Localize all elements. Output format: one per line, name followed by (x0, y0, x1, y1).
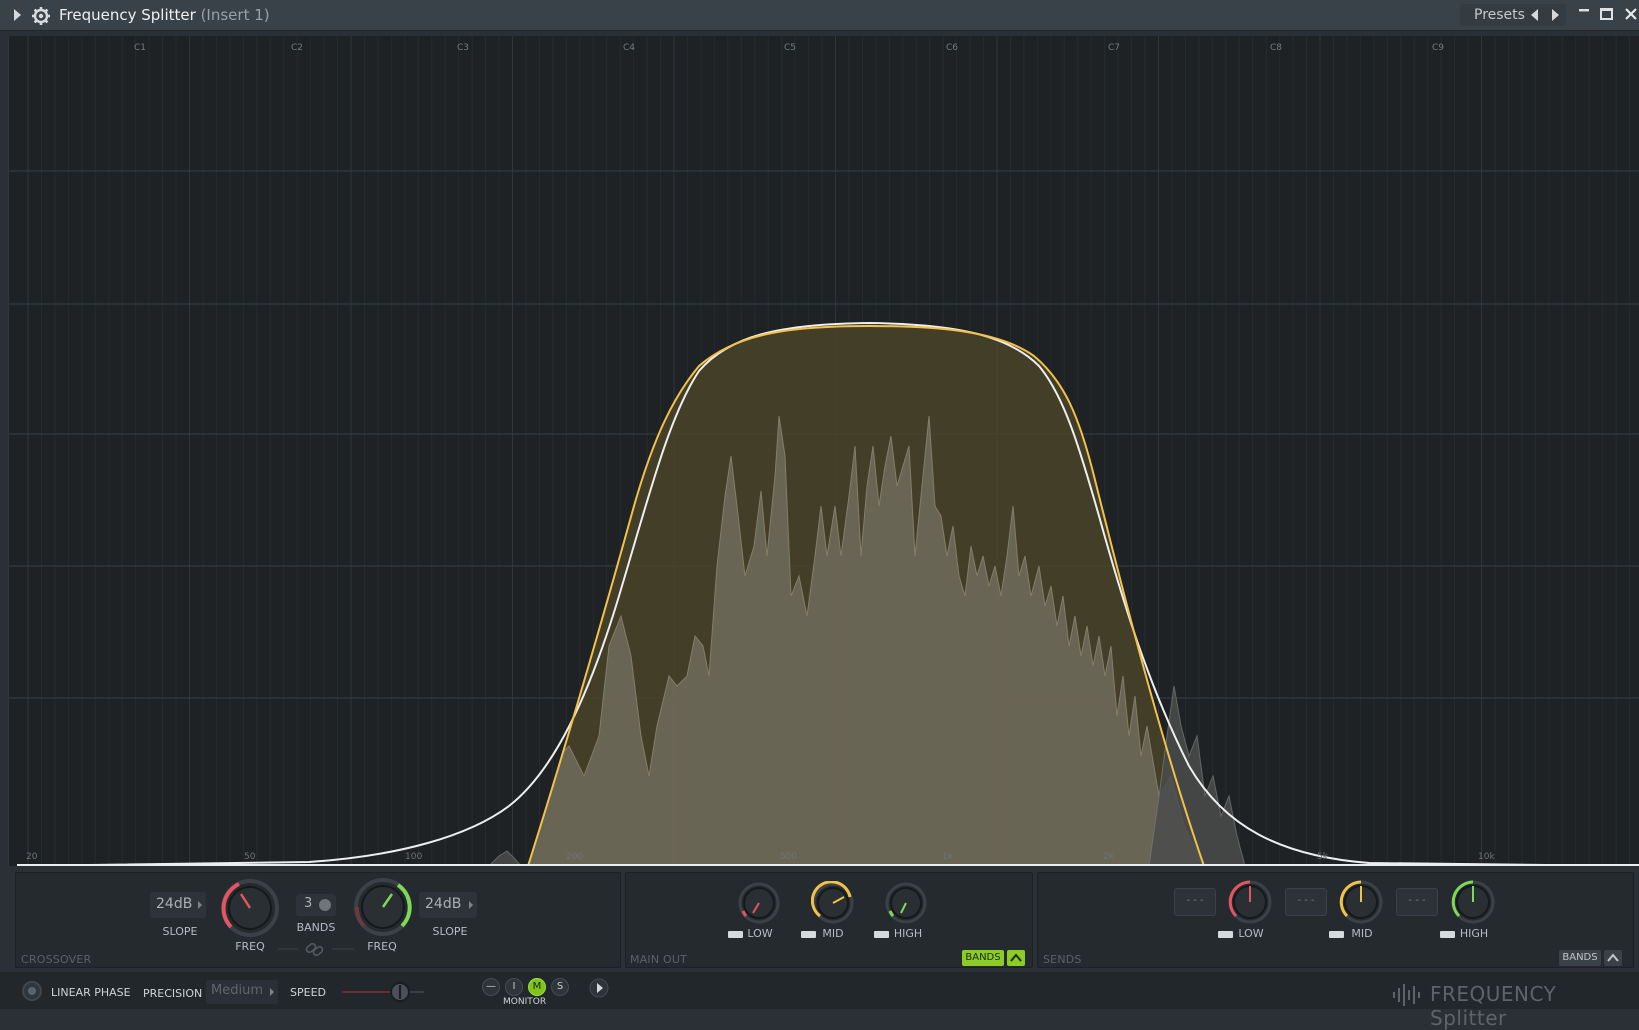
monitor-input-button[interactable]: I (505, 978, 523, 996)
low-crossover-freq-label: FREQ (235, 940, 265, 953)
window-title: Frequency Splitter (Insert 1) (59, 6, 270, 24)
send-high-mute[interactable] (1440, 931, 1455, 938)
previous-preset-icon[interactable] (1531, 9, 1538, 21)
send-high-knob[interactable] (1449, 878, 1497, 926)
send-low-knob[interactable] (1226, 878, 1274, 926)
freq-label-2k: 2k (1103, 852, 1114, 862)
maximize-icon[interactable] (1600, 8, 1613, 20)
main-out-low-mute[interactable] (728, 931, 743, 938)
main-out-collapse-icon[interactable] (1007, 950, 1025, 966)
linear-phase-label: LINEAR PHASE (51, 986, 131, 999)
note-label-c4: C4 (623, 43, 636, 53)
note-label-c2: C2 (291, 43, 304, 53)
send-low-label: LOW (1238, 927, 1264, 940)
bands-count-select[interactable]: 3 (296, 894, 336, 916)
freq-label-50: 50 (244, 852, 256, 862)
spectrum-svg (9, 36, 1639, 866)
send-low-slot[interactable]: - - - (1174, 888, 1216, 916)
main-out-high-label: HIGH (893, 927, 923, 940)
main-out-bands-button[interactable]: BANDS (962, 950, 1004, 966)
low-crossover-freq-knob[interactable] (219, 877, 281, 939)
main-out-mid-label: MID (822, 927, 844, 940)
freq-label-100: 100 (405, 852, 423, 862)
send-mid-mute[interactable] (1329, 931, 1344, 938)
send-mid-slot[interactable]: - - - (1285, 888, 1327, 916)
sends-title: SENDS (1043, 953, 1082, 966)
insert-slot: (Insert 1) (200, 6, 270, 24)
plugin-name: Frequency Splitter (59, 6, 196, 24)
bands-label: BANDS (296, 921, 336, 934)
close-icon[interactable] (1624, 6, 1638, 22)
monitor-mute-button[interactable]: M (528, 978, 546, 996)
monitor-label: MONITOR (503, 997, 547, 1007)
freq-label-1k: 1k (942, 852, 953, 862)
main-out-low-knob[interactable] (737, 881, 781, 925)
left-slope-value: 24dB (156, 896, 193, 912)
note-label-c8: C8 (1270, 43, 1283, 53)
send-low-mute[interactable] (1218, 931, 1233, 938)
note-label-c9: C9 (1432, 43, 1445, 53)
note-label-c5: C5 (784, 43, 797, 53)
next-preset-icon[interactable] (1552, 9, 1559, 21)
right-slope-label: SLOPE (432, 925, 468, 938)
linear-phase-toggle[interactable] (22, 981, 42, 1001)
brand-logo: FREQUENCY Splitter (1430, 982, 1557, 1030)
left-slope-label: SLOPE (162, 925, 198, 938)
right-slope-select[interactable]: 24dB (419, 892, 477, 918)
play-icon[interactable] (589, 978, 609, 998)
waveform-logo-icon (1393, 984, 1420, 1006)
main-out-high-mute[interactable] (874, 931, 889, 938)
precision-label: PRECISION (143, 987, 203, 1000)
left-slope-select[interactable]: 24dB (150, 892, 206, 918)
title-bar: Frequency Splitter (Insert 1) Presets (0, 0, 1639, 31)
send-mid-label: MID (1351, 927, 1373, 940)
speed-slider[interactable] (338, 980, 428, 1004)
high-crossover-freq-knob[interactable] (352, 876, 414, 938)
main-out-title: MAIN OUT (630, 953, 688, 966)
high-crossover-freq-label: FREQ (367, 940, 397, 953)
bands-count-value: 3 (304, 896, 313, 911)
gear-icon[interactable] (31, 6, 51, 26)
main-out-mid-mute[interactable] (801, 931, 816, 938)
sends-collapse-icon[interactable] (1604, 950, 1622, 966)
send-mid-knob[interactable] (1337, 878, 1385, 926)
freq-label-200: 200 (566, 852, 584, 862)
monitor-solo-button[interactable]: S (551, 978, 569, 996)
right-slope-value: 24dB (425, 896, 462, 912)
note-label-c7: C7 (1108, 43, 1121, 53)
sends-bands-button[interactable]: BANDS (1559, 950, 1601, 966)
note-label-c6: C6 (946, 43, 959, 53)
send-high-slot[interactable]: - - - (1396, 888, 1438, 916)
freq-label-20: 20 (26, 852, 38, 862)
note-label-c3: C3 (457, 43, 470, 53)
freq-label-500: 500 (780, 852, 798, 862)
main-out-mid-knob[interactable] (811, 881, 855, 925)
crossover-title: CROSSOVER (21, 953, 92, 966)
minimize-icon[interactable] (1578, 6, 1590, 20)
precision-select[interactable]: Medium (206, 980, 278, 1004)
monitor-off-button[interactable]: — (482, 978, 500, 996)
spectrum-graph[interactable] (8, 36, 1639, 866)
freq-label-5k: 5k (1317, 852, 1328, 862)
freq-label-10k: 10k (1478, 852, 1495, 862)
presets-button[interactable]: Presets (1474, 7, 1525, 23)
expand-arrow-icon[interactable] (14, 9, 21, 21)
send-high-label: HIGH (1459, 927, 1489, 940)
link-icon[interactable] (276, 942, 356, 956)
speed-label: SPEED (290, 986, 326, 999)
main-out-low-label: LOW (747, 927, 773, 940)
main-out-high-knob[interactable] (884, 881, 928, 925)
sends-panel (1037, 872, 1634, 968)
precision-value: Medium (211, 983, 263, 998)
note-label-c1: C1 (134, 43, 147, 53)
